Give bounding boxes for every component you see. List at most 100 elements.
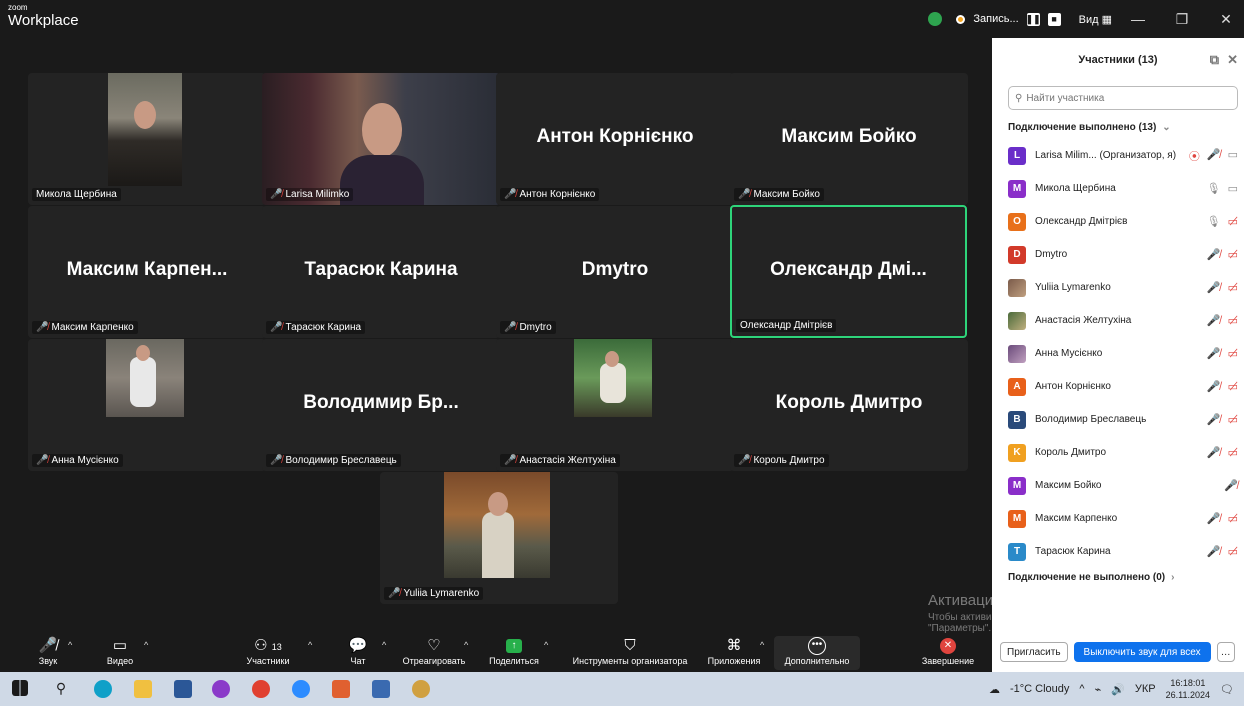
network-icon[interactable]: ⌁ [1095, 683, 1102, 696]
file-explorer-icon[interactable] [134, 680, 152, 698]
participant-row[interactable]: Yuliia Lymarenko 🎤̸ ▭̸ [992, 271, 1244, 304]
end-meeting-button[interactable]: ✕ Завершение [918, 636, 978, 666]
not-connected-section-header[interactable]: Подключение не выполнено (0) › [992, 568, 1244, 583]
search-icon[interactable]: ⚲ [52, 680, 70, 698]
mic-icon[interactable]: 🎙 [1207, 215, 1221, 228]
mic-muted-icon[interactable]: 🎤̸ [1207, 380, 1221, 393]
mic-muted-icon[interactable]: 🎤̸ [1207, 148, 1221, 164]
connected-section-header[interactable]: Подключение выполнено (13) ⌄ [992, 110, 1244, 133]
host-tools-button[interactable]: ⛉ Инструменты организатора [562, 636, 698, 666]
video-tile[interactable]: Антон Корнієнко 🎤̸ Антон Корнієнко [496, 73, 734, 205]
more-button[interactable]: ••• Дополнительно [774, 636, 860, 670]
video-tile[interactable]: 🎤̸ Larisa Milimko [262, 73, 500, 205]
popout-icon[interactable]: ⧉ [1210, 52, 1219, 68]
camera-off-icon[interactable]: ▭̸ [1228, 446, 1238, 459]
share-button[interactable]: ↑ Поделиться [484, 636, 544, 666]
mic-muted-icon[interactable]: 🎤̸ [1207, 347, 1221, 360]
video-tile-active-speaker[interactable]: Олександр Дмі... Олександр Дмітрієв [730, 205, 967, 338]
minimize-icon[interactable]: — [1120, 11, 1156, 27]
chat-options-chevron-icon[interactable]: ^ [382, 640, 386, 650]
video-tile[interactable]: Максим Бойко 🎤̸ Максим Бойко [730, 73, 968, 205]
camera-icon[interactable]: ▭ [1228, 182, 1238, 195]
participant-row[interactable]: A Антон Корнієнко 🎤̸ ▭̸ [992, 370, 1244, 403]
mic-muted-icon[interactable]: 🎤̸ [1207, 413, 1221, 426]
share-options-chevron-icon[interactable]: ^ [544, 640, 548, 650]
mic-muted-icon[interactable]: 🎤̸ [1207, 512, 1221, 525]
video-button[interactable]: ▭ Видео [100, 636, 140, 666]
video-tile[interactable]: 🎤̸ Yuliia Lymarenko [380, 472, 618, 604]
video-tile[interactable]: Максим Карпен... 🎤̸ Максим Карпенко [28, 206, 266, 338]
more-options-button[interactable]: … [1216, 642, 1235, 662]
mic-icon[interactable]: 🎙 [1207, 182, 1221, 195]
participant-row[interactable]: Анастасія Желтухіна 🎤̸ ▭̸ [992, 304, 1244, 337]
video-tile[interactable]: 🎤̸ Анна Мусієнко [28, 339, 266, 471]
video-tile[interactable]: Король Дмитро 🎤̸ Король Дмитро [730, 339, 968, 471]
camera-off-icon[interactable]: ▭̸ [1228, 380, 1238, 393]
participant-row[interactable]: M Максим Карпенко 🎤̸ ▭̸ [992, 502, 1244, 535]
video-tile[interactable]: Володимир Бр... 🎤̸ Володимир Бреславець [262, 339, 500, 471]
chat-button[interactable]: 💬 Чат [338, 636, 378, 666]
clock[interactable]: 16:18:01 26.11.2024 [1166, 677, 1210, 701]
react-button[interactable]: ♡ Отреагировать [396, 636, 472, 666]
audio-button[interactable]: 🎤̸ Звук [28, 636, 68, 666]
mic-muted-icon[interactable]: 🎤̸ [1207, 446, 1221, 459]
participant-row[interactable]: D Dmytro 🎤̸ ▭̸ [992, 238, 1244, 271]
participants-options-chevron-icon[interactable]: ^ [308, 640, 312, 650]
encryption-shield-icon[interactable] [928, 12, 943, 26]
notifications-icon[interactable]: 🗨 [1220, 683, 1234, 696]
apps-options-chevron-icon[interactable]: ^ [760, 640, 764, 650]
mic-muted-icon[interactable]: 🎤̸ [1207, 314, 1221, 327]
camera-off-icon[interactable]: ▭̸ [1228, 545, 1238, 558]
react-options-chevron-icon[interactable]: ^ [464, 640, 468, 650]
start-icon[interactable] [12, 680, 28, 696]
edge-icon[interactable] [94, 680, 112, 698]
camera-off-icon[interactable]: ▭̸ [1228, 281, 1238, 294]
video-tile[interactable]: 🎤̸ Анастасія Желтухіна [496, 339, 734, 471]
app-icon[interactable] [332, 680, 350, 698]
video-tile[interactable]: Тарасюк Карина 🎤̸ Тарасюк Карина [262, 206, 500, 338]
restore-icon[interactable]: ❐ [1164, 11, 1200, 28]
app-icon[interactable] [212, 680, 230, 698]
participant-row[interactable]: L Larisa Milim... (Организатор, я) ⦿ 🎤̸ ▭ [992, 139, 1244, 172]
photos-icon[interactable] [372, 680, 390, 698]
view-button[interactable]: Вид ▦ [1079, 13, 1112, 26]
participant-row[interactable]: O Олександр Дмітрієв 🎙 ▭̸ [992, 205, 1244, 238]
camera-off-icon[interactable]: ▭̸ [1228, 512, 1238, 525]
close-icon[interactable]: ✕ [1208, 11, 1244, 28]
video-tile[interactable]: Микола Щербина [28, 73, 266, 205]
close-panel-icon[interactable]: ✕ [1227, 52, 1238, 68]
mic-muted-icon[interactable]: 🎤̸ [1224, 479, 1238, 492]
volume-icon[interactable]: 🔊 [1111, 683, 1125, 696]
chevron-up-icon[interactable]: ^ [1079, 683, 1084, 695]
camera-off-icon[interactable]: ▭̸ [1228, 314, 1238, 327]
paint-icon[interactable] [412, 680, 430, 698]
camera-icon[interactable]: ▭ [1228, 148, 1238, 164]
participant-row[interactable]: M Микола Щербина 🎙 ▭ [992, 172, 1244, 205]
participant-row[interactable]: Анна Мусієнко 🎤̸ ▭̸ [992, 337, 1244, 370]
search-input[interactable] [1026, 92, 1207, 104]
audio-options-chevron-icon[interactable]: ^ [68, 640, 72, 650]
mic-muted-icon[interactable]: 🎤̸ [1207, 545, 1221, 558]
video-tile[interactable]: Dmytro 🎤̸ Dmytro [496, 206, 734, 338]
mute-all-button[interactable]: Выключить звук для всех [1073, 642, 1211, 662]
invite-button[interactable]: Пригласить [1000, 642, 1068, 662]
stop-recording-icon[interactable]: ■ [1047, 12, 1061, 26]
participants-button[interactable]: ⚇ 13 Участники [240, 636, 296, 666]
weather-text[interactable]: -1°C Cloudy [1010, 683, 1069, 695]
camera-off-icon[interactable]: ▭̸ [1228, 248, 1238, 261]
participant-row[interactable]: B Володимир Бреславець 🎤̸ ▭̸ [992, 403, 1244, 436]
participant-row[interactable]: K Король Дмитро 🎤̸ ▭̸ [992, 436, 1244, 469]
chrome-icon[interactable] [252, 680, 270, 698]
camera-off-icon[interactable]: ▭̸ [1228, 413, 1238, 426]
participant-row[interactable]: M Максим Бойко 🎤̸ [992, 469, 1244, 502]
participant-row[interactable]: T Тарасюк Карина 🎤̸ ▭̸ [992, 535, 1244, 568]
video-options-chevron-icon[interactable]: ^ [144, 640, 148, 650]
word-icon[interactable] [174, 680, 192, 698]
language-indicator[interactable]: УКР [1135, 683, 1156, 695]
camera-off-icon[interactable]: ▭̸ [1228, 347, 1238, 360]
mic-muted-icon[interactable]: 🎤̸ [1207, 281, 1221, 294]
apps-button[interactable]: ⌘ Приложения [704, 636, 764, 666]
camera-off-icon[interactable]: ▭̸ [1228, 215, 1238, 228]
participant-search[interactable]: ⚲ [1008, 86, 1238, 110]
pause-recording-icon[interactable]: ❚❚ [1026, 12, 1041, 26]
